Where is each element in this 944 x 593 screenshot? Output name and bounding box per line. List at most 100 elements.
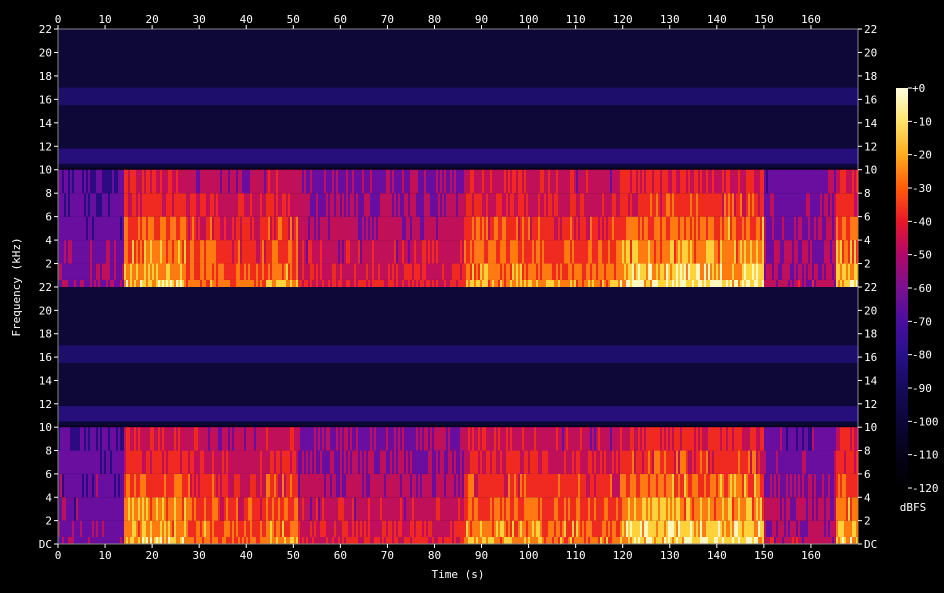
spectrogram-cell <box>126 193 128 217</box>
spectrogram-cell <box>174 520 176 537</box>
spectrogram-cell <box>194 240 196 264</box>
spectrogram-cell <box>250 497 252 521</box>
spectrogram-cell <box>250 263 252 280</box>
spectrogram-cell <box>412 216 414 241</box>
spectrogram-cell <box>162 520 164 537</box>
spectrogram-cell <box>88 427 90 451</box>
spectrogram-cell <box>688 193 690 217</box>
spectrogram-cell <box>718 520 720 537</box>
spectrogram-cell <box>182 427 184 451</box>
spectrogram-cell <box>496 427 498 451</box>
spectrogram-cell <box>246 497 248 521</box>
spectrogram-cell <box>722 536 724 544</box>
spectrogram-cell <box>118 536 120 544</box>
spectrogram-cell <box>400 193 402 217</box>
spectrogram-cell <box>158 497 160 521</box>
spectrogram-cell <box>716 279 718 287</box>
spectrogram-cell <box>418 497 420 521</box>
spectrogram-cell <box>306 240 308 264</box>
spectrogram-cell <box>468 240 470 264</box>
spectrogram-cell <box>686 427 688 451</box>
spectrogram-cell <box>834 473 836 498</box>
spectrogram-cell <box>802 169 804 194</box>
spectrogram-cell <box>62 216 64 241</box>
spectrogram-cell <box>320 497 322 521</box>
spectrogram-cell <box>774 520 776 537</box>
spectrogram-cell <box>130 169 132 194</box>
spectrogram-cell <box>170 216 172 241</box>
spectrogram-cell <box>76 520 78 537</box>
spectrogram-cell <box>504 240 506 264</box>
spectrogram-cell <box>816 450 818 474</box>
spectrogram-cell <box>322 263 324 280</box>
spectrogram-cell <box>86 450 88 474</box>
spectrogram-cell <box>428 450 430 474</box>
spectrogram-cell <box>834 279 836 287</box>
spectrogram-cell <box>114 169 116 194</box>
spectrogram-cell <box>692 427 694 451</box>
spectrogram-cell <box>642 169 644 194</box>
spectrogram-cell <box>262 193 264 217</box>
spectrogram-cell <box>488 279 490 287</box>
spectrogram-cell <box>236 520 238 537</box>
spectrogram-cell <box>612 473 614 498</box>
spectrogram-cell <box>792 169 794 194</box>
spectrogram-cell <box>764 536 766 544</box>
spectrogram-cell <box>534 240 536 264</box>
spectrogram-cell <box>394 473 396 498</box>
spectrogram-cell <box>218 216 220 241</box>
spectrogram-cell <box>330 193 332 217</box>
spectrogram-cell <box>462 450 464 474</box>
spectrogram-cell <box>312 520 314 537</box>
spectrogram-cell <box>118 450 120 474</box>
spectrogram-cell <box>574 216 576 241</box>
spectrogram-cell <box>156 520 158 537</box>
spectrogram-cell <box>442 216 444 241</box>
spectrogram-cell <box>498 497 500 521</box>
spectrogram-cell <box>598 216 600 241</box>
spectrogram-cell <box>448 279 450 287</box>
spectrogram-cell <box>684 216 686 241</box>
spectrogram-cell <box>198 279 200 287</box>
spectrogram-cell <box>126 240 128 264</box>
spectrogram-cell <box>302 450 304 474</box>
spectrogram-cell <box>554 240 556 264</box>
spectrogram-cell <box>246 216 248 241</box>
spectrogram-cell <box>122 240 124 264</box>
spectrogram-cell <box>450 193 452 217</box>
spectrogram-cell <box>214 536 216 544</box>
spectrogram-cell <box>816 193 818 217</box>
spectrogram-cell <box>750 520 752 537</box>
spectrogram-cell <box>772 520 774 537</box>
spectrogram-cell <box>244 520 246 537</box>
spectrogram-cell <box>436 427 438 451</box>
spectrogram-cell <box>140 450 142 474</box>
spectrogram-cell <box>204 427 206 451</box>
spectrogram-cell <box>216 473 218 498</box>
x-tick-label-bottom: 140 <box>707 549 727 562</box>
spectrogram-cell <box>620 427 622 451</box>
spectrogram-cell <box>698 169 700 194</box>
spectrogram-cell <box>328 450 330 474</box>
spectrogram-cell <box>588 520 590 537</box>
spectrogram-cell <box>662 263 664 280</box>
spectrogram-cell <box>582 216 584 241</box>
spectrogram-cell <box>640 450 642 474</box>
spectrogram-cell <box>564 240 566 264</box>
spectrogram-cell <box>404 193 406 217</box>
spectrogram-cell <box>224 279 226 287</box>
spectrogram-cell <box>190 193 192 217</box>
spectrogram-cell <box>800 536 802 544</box>
spectrogram-cell <box>594 216 596 241</box>
spectrogram-cell <box>614 450 616 474</box>
spectrogram-cell <box>366 520 368 537</box>
spectrogram-cell <box>180 279 182 287</box>
spectrogram-cell <box>222 169 224 194</box>
spectrogram-cell <box>96 216 98 241</box>
spectrogram-cell <box>166 520 168 537</box>
spectrogram-cell <box>90 520 92 537</box>
spectrogram-cell <box>204 279 206 287</box>
spectrogram-cell <box>462 497 464 521</box>
spectrogram-cell <box>314 450 316 474</box>
spectrogram-cell <box>564 536 566 544</box>
